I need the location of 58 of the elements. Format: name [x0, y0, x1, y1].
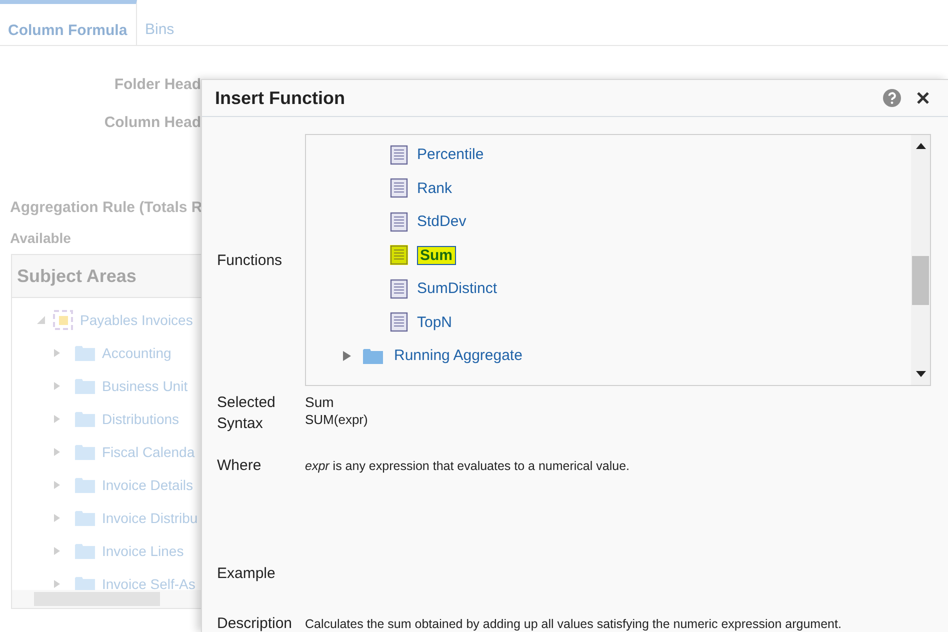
field-value: expr is any expression that evaluates to a numerical value.	[305, 459, 630, 473]
tree-item[interactable]: Fiscal Calenda	[102, 444, 195, 460]
functions-label: Functions	[217, 252, 284, 268]
subject-area-icon	[53, 310, 73, 330]
function-icon	[390, 212, 408, 232]
close-icon[interactable]	[916, 91, 930, 105]
expand-triangle-icon[interactable]	[342, 350, 352, 362]
function-item[interactable]: Percentile	[417, 146, 484, 164]
function-item[interactable]: Rank	[417, 180, 452, 197]
folder-icon	[75, 410, 95, 426]
function-folder[interactable]: Running Aggregate	[394, 347, 522, 364]
folder-heading-label: Folder Head	[113, 76, 201, 93]
function-icon	[390, 245, 408, 266]
function-item[interactable]: SumDistinct	[417, 280, 498, 298]
folder-icon	[75, 576, 95, 590]
tab[interactable]: Column Formula	[0, 0, 137, 45]
tree-item[interactable]: Accounting	[102, 344, 172, 360]
field-label: Example	[217, 565, 276, 584]
function-icon	[390, 312, 408, 332]
scroll-down-arrow-icon[interactable]	[916, 371, 926, 377]
folder-icon	[75, 444, 95, 460]
tree-item[interactable]: Invoice Lines	[102, 542, 184, 558]
tree-item[interactable]: Invoice Self-As	[102, 576, 196, 590]
folder-icon	[75, 510, 95, 526]
function-item[interactable]: TopN	[417, 314, 452, 331]
available-label: Available	[9, 230, 72, 246]
scroll-up-arrow-icon[interactable]	[916, 143, 926, 149]
field-value: Sum	[305, 394, 334, 411]
tree-item[interactable]: Invoice Details	[102, 476, 194, 492]
collapse-triangle-icon[interactable]	[36, 314, 46, 324]
tree-item[interactable]: Invoice Distribu	[102, 510, 198, 526]
function-item[interactable]: StdDev	[417, 213, 466, 230]
function-item[interactable]: Sum	[417, 246, 456, 265]
function-icon	[390, 144, 408, 165]
field-value: Calculates the sum obtained by adding up all values satisfying the numeric expression argument.	[305, 617, 842, 631]
function-icon	[390, 178, 408, 198]
folder-icon	[75, 476, 95, 492]
column-heading-label: Column Head	[103, 114, 201, 131]
field-label: Where	[217, 457, 262, 474]
tree-item[interactable]: Payables Invoices	[80, 312, 193, 328]
folder-icon	[75, 378, 95, 394]
help-icon[interactable]	[883, 89, 901, 107]
function-icon	[390, 278, 408, 299]
field-label: Description	[217, 615, 294, 632]
field-label: Selected	[217, 394, 276, 411]
vertical-scrollbar[interactable]	[911, 135, 930, 385]
tree-item[interactable]: Distributions	[102, 410, 180, 426]
field-value: SUM(expr)	[305, 412, 368, 429]
aggregation-rule-label: Aggregation Rule (Totals R	[9, 199, 201, 216]
panel-title: Subject Areas	[17, 266, 136, 286]
scrollbar-thumb[interactable]	[912, 256, 929, 305]
dialog-title: Insert Function	[215, 88, 346, 108]
folder-icon	[75, 542, 95, 558]
tree-item[interactable]: Business Unit	[102, 378, 188, 394]
folder-icon	[75, 344, 95, 360]
folder-icon	[363, 348, 383, 364]
functions-list[interactable]: Percentile Rank StdDev Sum SumDistinct TopN Running Aggregate	[305, 134, 931, 386]
field-label: Syntax	[217, 415, 264, 434]
